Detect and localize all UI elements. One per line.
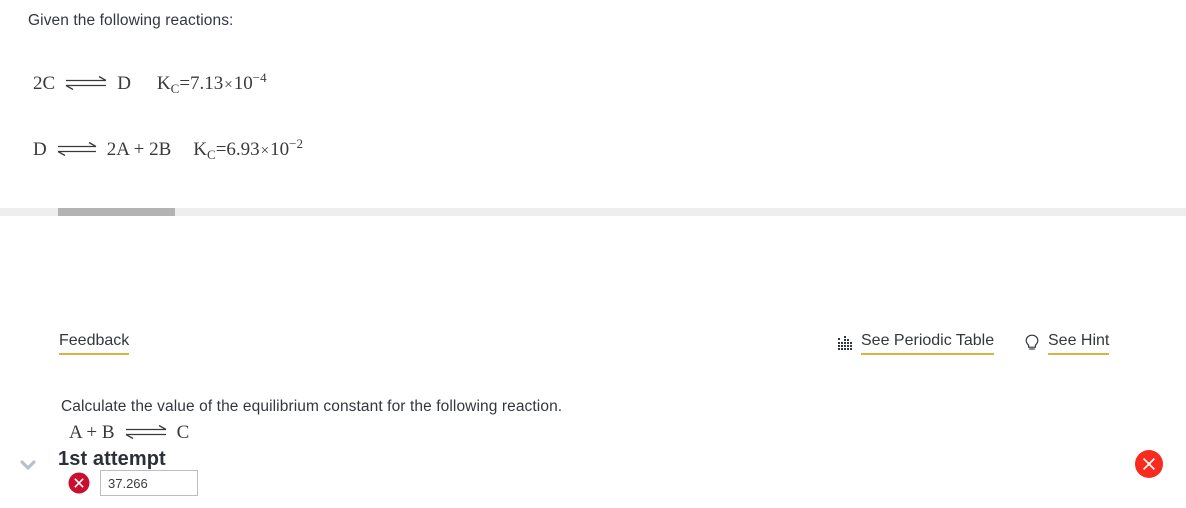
periodic-table-icon bbox=[838, 335, 855, 353]
reaction-1-reactants: 2C bbox=[33, 73, 56, 95]
kc-times: × bbox=[260, 143, 270, 160]
question-reaction-reactants: A + B bbox=[69, 422, 115, 443]
given-reaction-row-2: D 2A + 2B KC=6.93×10−2 bbox=[33, 136, 303, 163]
kc-subscript: C bbox=[207, 147, 216, 163]
reaction-1-products: D bbox=[117, 73, 131, 95]
question-text: Calculate the value of the equilibrium c… bbox=[61, 398, 563, 415]
kc-times: × bbox=[224, 77, 233, 94]
given-reactions-section: Given the following reactions: 2C D KC=7… bbox=[0, 0, 1186, 208]
attempt-title: 1st attempt bbox=[58, 448, 166, 470]
see-periodic-table-label: See Periodic Table bbox=[861, 332, 995, 355]
question-reaction: A + B C bbox=[69, 422, 189, 444]
kc-exponent: −2 bbox=[289, 136, 303, 151]
kc-symbol: K bbox=[156, 73, 171, 95]
chevron-down-icon[interactable] bbox=[17, 454, 39, 476]
feedback-link[interactable]: Feedback bbox=[59, 332, 130, 355]
reaction-2-reactants: D bbox=[33, 139, 47, 161]
attempt-header: 1st attempt bbox=[0, 216, 1186, 478]
kc-base: 10 bbox=[233, 73, 253, 95]
lightbulb-icon bbox=[1024, 334, 1040, 352]
see-periodic-table-link[interactable]: See Periodic Table bbox=[838, 332, 995, 355]
kc-coefficient: 6.93 bbox=[226, 139, 260, 161]
given-prompt-text: Given the following reactions: bbox=[28, 12, 234, 29]
see-hint-link[interactable]: See Hint bbox=[1024, 332, 1110, 355]
question-reaction-products: C bbox=[176, 422, 190, 443]
kc-base: 10 bbox=[270, 139, 290, 161]
horizontal-scrollbar-thumb[interactable] bbox=[58, 208, 175, 216]
reaction-2-kc-expression: KC=6.93×10−2 bbox=[193, 136, 303, 163]
kc-coefficient: 7.13 bbox=[190, 73, 224, 95]
equilibrium-arrow-icon bbox=[64, 75, 108, 91]
reaction-2-products: 2A + 2B bbox=[106, 139, 172, 161]
answer-input[interactable] bbox=[100, 470, 198, 496]
error-circle-icon bbox=[68, 472, 90, 494]
feedback-label: Feedback bbox=[59, 332, 130, 349]
horizontal-scrollbar[interactable] bbox=[0, 208, 1186, 216]
kc-exponent: −4 bbox=[252, 70, 267, 85]
see-hint-label: See Hint bbox=[1048, 332, 1110, 355]
answer-row bbox=[68, 470, 198, 496]
reaction-1-kc-expression: KC=7.13×10−4 bbox=[157, 70, 267, 97]
error-circle-icon[interactable] bbox=[1134, 449, 1164, 479]
equilibrium-arrow-icon bbox=[124, 424, 168, 440]
given-reaction-row-1: 2C D KC=7.13×10−4 bbox=[33, 70, 267, 97]
kc-equals: = bbox=[179, 73, 191, 95]
kc-equals: = bbox=[215, 139, 227, 161]
kc-symbol: K bbox=[193, 139, 208, 161]
equilibrium-arrow-icon bbox=[56, 141, 98, 157]
